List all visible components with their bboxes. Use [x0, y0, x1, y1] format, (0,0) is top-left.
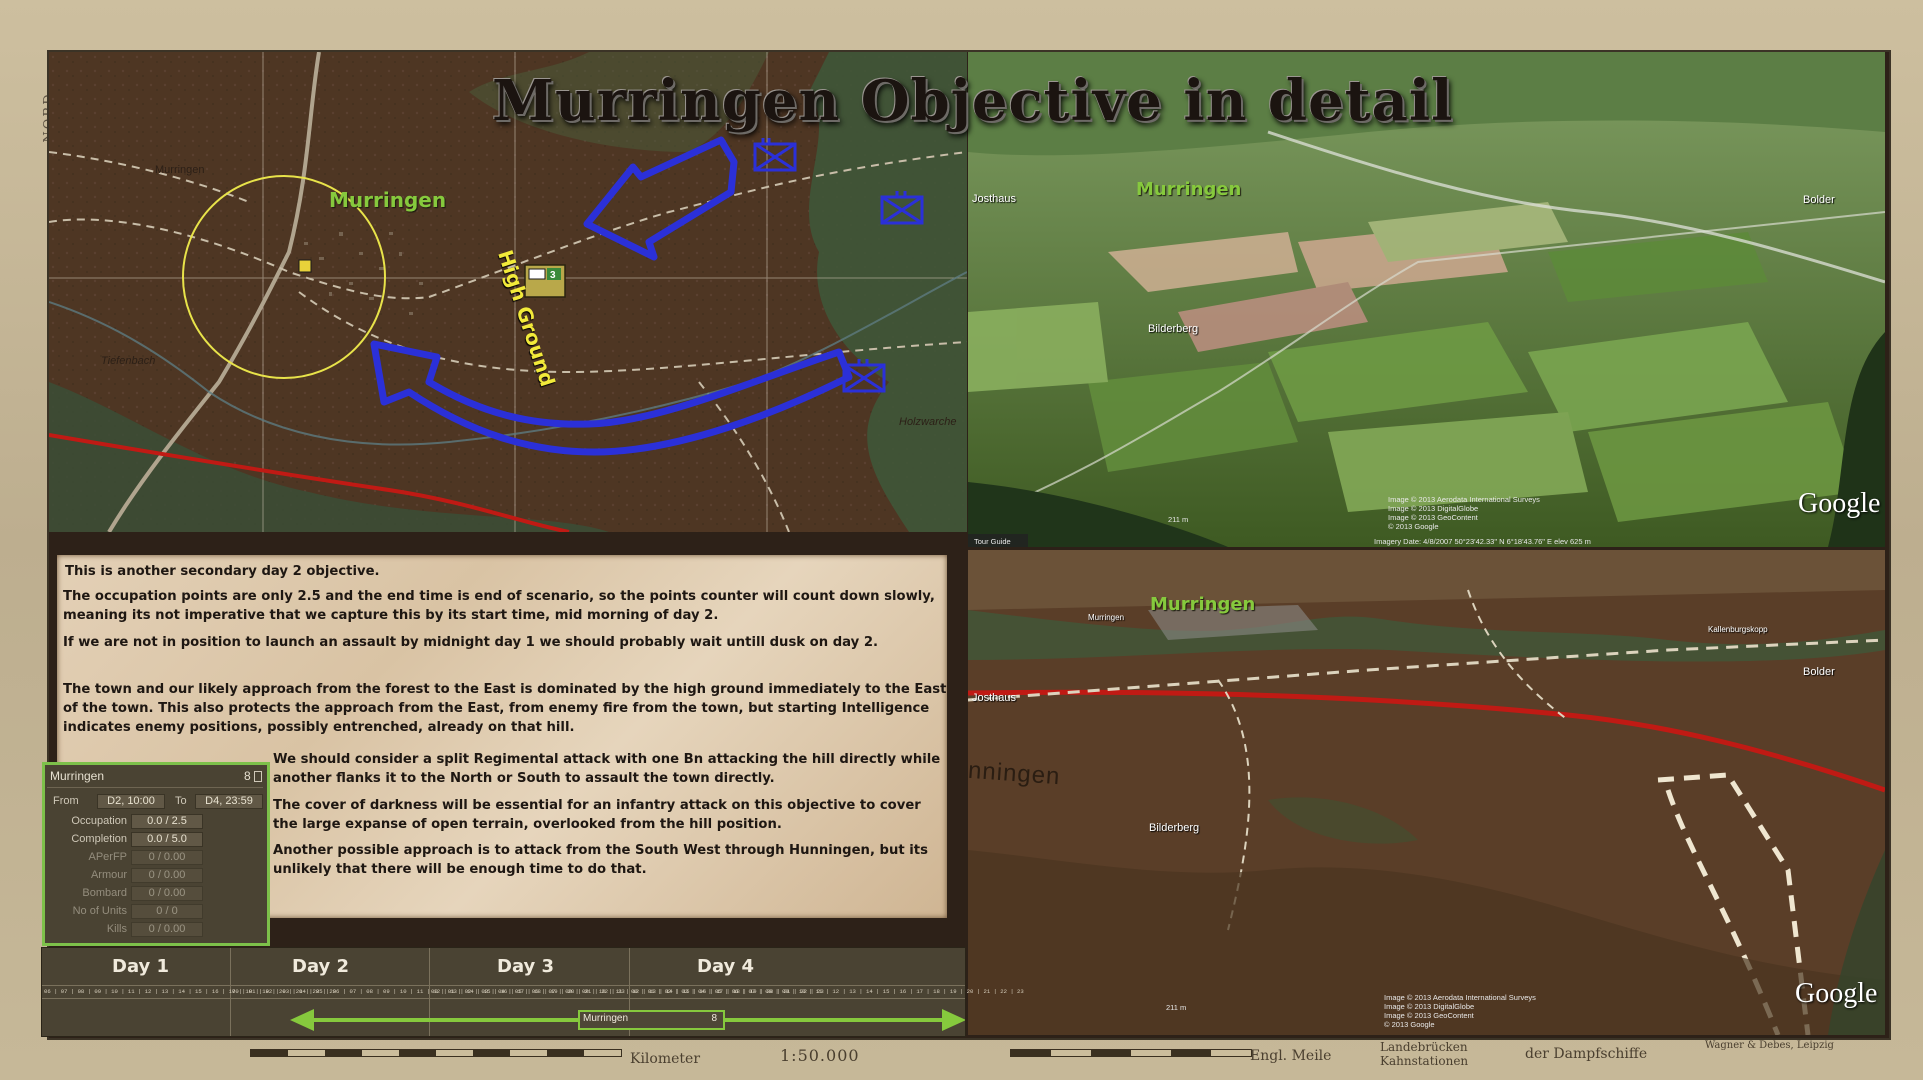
armour-label: Armour — [90, 869, 127, 881]
note-paragraph: If we are not in position to launch an a… — [63, 635, 879, 650]
terrain-label-murringen-small: Murringen — [1088, 613, 1125, 622]
terrain-credit: Image © 2013 DigitalGlobe — [1384, 1002, 1475, 1011]
objective-name: Murringen — [50, 769, 105, 783]
note-paragraph: The occupation points are only 2.5 and t… — [63, 589, 935, 623]
sat-label-bilderberg: Bilderberg — [1148, 323, 1199, 335]
terrain-label-kallenburgskopp: Kallenburgskopp — [1708, 625, 1768, 634]
bombard-value: 0 / 0.00 — [131, 886, 203, 901]
sat-label-josthaus: Josthaus — [972, 193, 1017, 205]
units-label: No of Units — [72, 905, 127, 917]
timeline-objective-bar[interactable]: Murringen 8 — [578, 1010, 725, 1030]
objective-divider — [47, 787, 263, 788]
unit-strength: 3 — [550, 270, 556, 281]
objective-points-icon — [254, 771, 262, 782]
publisher-imprint: Wagner & Debes, Leipzig — [1705, 1040, 1834, 1051]
from-label: From — [53, 795, 79, 807]
bombard-label: Bombard — [82, 887, 127, 899]
sat-credit: Image © 2013 Aerodata International Surv… — [1388, 495, 1540, 504]
kills-label: Kills — [106, 923, 127, 935]
scenario-timeline[interactable]: Day 1 Day 2 Day 3 Day 4 06 | 07 | 08 | 0… — [41, 947, 1024, 1037]
timeline-range-svg — [290, 1009, 965, 1031]
sat-credit: Image © 2013 GeoContent — [1388, 513, 1478, 522]
objective-marker[interactable] — [298, 259, 312, 273]
terrain-credit: © 2013 Google — [1384, 1020, 1435, 1029]
terrain-credit: Image © 2013 GeoContent — [1384, 1011, 1474, 1020]
sat-scale: 211 m — [1168, 515, 1189, 524]
kills-value: 0 / 0.00 — [131, 922, 203, 937]
screen: NORD — [0, 0, 1923, 1080]
scale-bar-mile — [1010, 1049, 1252, 1057]
sat-tour-guide[interactable]: Tour Guide — [974, 537, 1011, 546]
scale-unit-mile: Engl. Meile — [1250, 1048, 1332, 1064]
timeline-objective-points: 8 — [711, 1013, 717, 1024]
objective-points: 8 — [244, 769, 251, 783]
sat-google-logo: Google — [1798, 488, 1881, 519]
terrain-label-josthaus: Josthaus — [972, 692, 1017, 704]
from-value: D2, 10:00 — [97, 794, 165, 809]
aperfp-value: 0 / 0.00 — [131, 850, 203, 865]
terrain-3d-view[interactable]: Murringen Josthaus Bilderberg Bolder Mur… — [968, 550, 1885, 1035]
terrain-scale: 211 m — [1166, 1003, 1187, 1012]
completion-label: Completion — [71, 833, 127, 845]
page-title: Murringen Objective in detail — [492, 68, 1454, 134]
completion-value: 0.0 / 5.0 — [131, 832, 203, 847]
objective-info-panel[interactable]: Murringen 8 From D2, 10:00 To D4, 23:59 … — [42, 762, 270, 946]
sat-label-bolder: Bolder — [1803, 194, 1835, 206]
terrain-label-bilderberg: Bilderberg — [1149, 822, 1200, 834]
sat-credit: Image © 2013 DigitalGlobe — [1388, 504, 1479, 513]
sat-imagery-date: Imagery Date: 4/8/2007 50°23'42.33" N 6°… — [1374, 537, 1591, 546]
note-paragraph: Another possible approach is to attack f… — [273, 843, 928, 877]
occupation-value: 0.0 / 2.5 — [131, 814, 203, 829]
legend-steamships: der Dampfschiffe — [1525, 1046, 1648, 1062]
scale-bar — [250, 1049, 622, 1057]
terrain-google-logo: Google — [1795, 978, 1878, 1009]
units-value: 0 / 0 — [131, 904, 203, 919]
terrain-label-bolder: Bolder — [1803, 666, 1835, 678]
note-paragraph: The cover of darkness will be essential … — [273, 798, 921, 832]
scale-unit-km: Kilometer — [630, 1051, 701, 1067]
legend-ferry-stations: Kahnstationen — [1380, 1054, 1469, 1068]
satellite-town-label: Murringen — [1136, 179, 1242, 200]
occupation-label: Occupation — [71, 815, 127, 827]
aperfp-label: APerFP — [88, 851, 127, 863]
note-paragraph: We should consider a split Regimental at… — [273, 752, 941, 786]
note-paragraph: This is another secondary day 2 objectiv… — [65, 564, 380, 579]
legend-landing-stages: Landebrücken — [1380, 1040, 1468, 1054]
sat-credit: © 2013 Google — [1388, 522, 1439, 531]
sat-credits: Image © 2013 Aerodata International Surv… — [1388, 495, 1540, 531]
map-label-murringen-small: Murringen — [155, 164, 205, 176]
tactical-town-label: Murringen — [329, 188, 447, 212]
map-label-tiefenbach: Tiefenbach — [101, 355, 156, 367]
armour-value: 0 / 0.00 — [131, 868, 203, 883]
to-label: To — [175, 795, 187, 807]
terrain-town-label: Murringen — [1150, 594, 1256, 615]
terrain-credits: Image © 2013 Aerodata International Surv… — [1384, 993, 1536, 1029]
map-label-holzwarche: Holzwarche — [899, 416, 957, 428]
note-paragraph: The town and our likely approach from th… — [63, 682, 947, 735]
terrain-credit: Image © 2013 Aerodata International Surv… — [1384, 993, 1536, 1002]
map-scale: 1:50.000 — [780, 1046, 860, 1065]
terrain-svg — [968, 550, 1885, 1035]
to-value: D4, 23:59 — [195, 794, 263, 809]
timeline-objective-name: Murringen — [583, 1013, 629, 1024]
